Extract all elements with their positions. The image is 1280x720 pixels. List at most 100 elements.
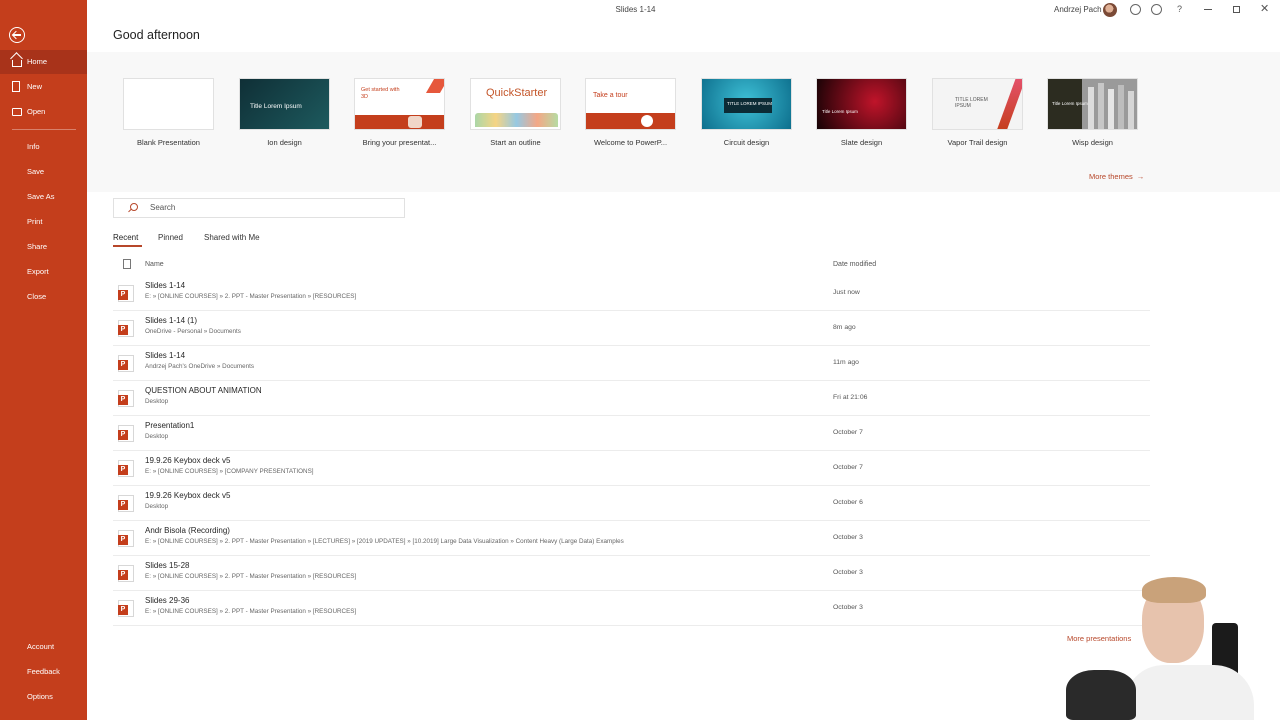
sidebar-item-feedback[interactable]: Feedback (0, 660, 87, 684)
tab-pinned[interactable]: Pinned (158, 233, 183, 242)
thumb-text: Take a tour (593, 92, 628, 99)
user-name[interactable]: Andrzej Pach (1054, 5, 1102, 14)
file-date: October 7 (833, 429, 863, 436)
file-path: E: » [ONLINE COURSES] » 2. PPT - Master … (145, 538, 624, 545)
thumb-text: Title Lorem Ipsum (1052, 101, 1088, 106)
sidebar-item-print[interactable]: Print (0, 210, 87, 234)
powerpoint-file-icon: P (118, 565, 134, 582)
powerpoint-file-icon: P (118, 355, 134, 372)
file-date: 8m ago (833, 324, 856, 331)
file-row[interactable]: P Slides 1-14 (1) OneDrive - Personal » … (113, 311, 1150, 346)
file-name: QUESTION ABOUT ANIMATION (145, 386, 262, 395)
column-header-name[interactable]: Name (145, 261, 164, 268)
sidebar-item-options[interactable]: Options (0, 685, 87, 709)
file-row[interactable]: P Andr Bisola (Recording) E: » [ONLINE C… (113, 521, 1150, 556)
template-label: Bring your presentat... (362, 138, 437, 147)
file-date: 11m ago (833, 359, 859, 366)
template-slate[interactable]: Title Lorem Ipsum Slate design (816, 78, 907, 147)
file-row[interactable]: P Slides 15-28 E: » [ONLINE COURSES] » 2… (113, 556, 1150, 591)
file-path: E: » [ONLINE COURSES] » 2. PPT - Master … (145, 293, 357, 300)
file-date: October 3 (833, 604, 863, 611)
file-name: Slides 15-28 (145, 561, 190, 570)
template-thumbnail: Title Lorem Ipsum (239, 78, 330, 130)
file-name: Slides 1-14 (1) (145, 316, 198, 325)
powerpoint-file-icon: P (118, 425, 134, 442)
arrow-right-icon: → (1136, 172, 1145, 181)
restore-icon[interactable] (1233, 6, 1240, 13)
frown-feedback-icon[interactable] (1151, 4, 1162, 15)
sidebar-item-open[interactable]: Open (0, 100, 87, 124)
powerpoint-file-icon: P (118, 285, 134, 302)
file-date: Just now (833, 289, 860, 296)
template-label: Welcome to PowerP... (593, 138, 668, 147)
window-title: Slides 1-14 (615, 5, 656, 14)
sidebar-item-label: Info (27, 142, 40, 151)
file-name: Andr Bisola (Recording) (145, 526, 230, 535)
sidebar-item-new[interactable]: New (0, 75, 87, 99)
minimize-icon[interactable] (1204, 9, 1212, 10)
file-row[interactable]: P Presentation1 Desktop October 7 (113, 416, 1150, 451)
template-thumbnail: TITLE LOREM IPSUM (701, 78, 792, 130)
template-ion[interactable]: Title Lorem Ipsum Ion design (239, 78, 330, 147)
sidebar-item-info[interactable]: Info (0, 135, 87, 159)
file-row[interactable]: P Slides 1-14 Andrzej Pach's OneDrive » … (113, 346, 1150, 381)
template-label: Blank Presentation (137, 138, 200, 147)
template-blank[interactable]: Blank Presentation (123, 78, 214, 147)
template-label: Circuit design (723, 138, 770, 147)
back-arrow-icon[interactable] (9, 27, 25, 43)
close-icon[interactable]: ✕ (1260, 2, 1269, 15)
folder-icon (12, 108, 22, 116)
template-label: Ion design (267, 138, 302, 147)
search-box[interactable] (113, 198, 405, 218)
sidebar-item-label: New (27, 82, 43, 91)
search-input[interactable] (150, 203, 390, 212)
template-quickstarter[interactable]: QuickStarter Start an outline (470, 78, 561, 147)
webcam-overlay (1062, 575, 1280, 720)
file-type-icon (123, 259, 131, 269)
file-row[interactable]: P 19.9.26 Keybox deck v5 Desktop October… (113, 486, 1150, 521)
tab-shared-with-me[interactable]: Shared with Me (204, 233, 260, 242)
file-date: Fri at 21:06 (833, 394, 868, 401)
sidebar-item-label: Save (27, 167, 45, 176)
sidebar-item-save[interactable]: Save (0, 160, 87, 184)
powerpoint-file-icon: P (118, 390, 134, 407)
title-bar: Slides 1-14 Andrzej Pach ? ✕ (87, 0, 1280, 20)
sidebar-item-save-as[interactable]: Save As (0, 185, 87, 209)
avatar[interactable] (1103, 3, 1117, 17)
thumb-text: TITLE LOREM IPSUM (955, 97, 988, 109)
file-row[interactable]: P Slides 1-14 E: » [ONLINE COURSES] » 2.… (113, 276, 1150, 311)
file-row[interactable]: P Slides 29-36 E: » [ONLINE COURSES] » 2… (113, 591, 1150, 626)
file-row[interactable]: P QUESTION ABOUT ANIMATION Desktop Fri a… (113, 381, 1150, 416)
file-date: October 3 (833, 534, 863, 541)
thumb-text: QuickStarter (486, 87, 548, 99)
help-icon[interactable]: ? (1174, 4, 1185, 15)
template-wisp[interactable]: Title Lorem Ipsum Wisp design (1047, 78, 1138, 147)
smiley-feedback-icon[interactable] (1130, 4, 1141, 15)
sidebar-item-label: Options (27, 692, 53, 701)
sidebar-item-close[interactable]: Close (0, 285, 87, 309)
sidebar-item-account[interactable]: Account (0, 635, 87, 659)
sidebar-item-label: Print (27, 217, 43, 226)
sidebar-item-share[interactable]: Share (0, 235, 87, 259)
tab-recent[interactable]: Recent (113, 233, 138, 242)
column-header-date[interactable]: Date modified (833, 261, 876, 268)
greeting-heading: Good afternoon (113, 28, 200, 42)
sidebar-item-label: Close (27, 292, 47, 301)
document-icon (12, 81, 20, 92)
more-themes-link[interactable]: More themes → (1089, 172, 1144, 181)
sidebar-item-home[interactable]: Home (0, 50, 87, 74)
sidebar-item-label: Home (27, 57, 48, 66)
file-row[interactable]: P 19.9.26 Keybox deck v5 E: » [ONLINE CO… (113, 451, 1150, 486)
template-thumbnail: Title Lorem Ipsum (816, 78, 907, 130)
template-vapor-trail[interactable]: TITLE LOREM IPSUM Vapor Trail design (932, 78, 1023, 147)
template-welcome[interactable]: Take a tour Welcome to PowerP... (585, 78, 676, 147)
template-thumbnail (123, 78, 214, 130)
more-themes-label: More themes (1089, 172, 1133, 181)
file-name: Presentation1 (145, 421, 195, 430)
sidebar-item-export[interactable]: Export (0, 260, 87, 284)
template-3d[interactable]: Get started with 3D Bring your presentat… (354, 78, 445, 147)
template-thumbnail: Get started with 3D (354, 78, 445, 130)
file-name: Slides 1-14 (145, 351, 186, 360)
template-circuit[interactable]: TITLE LOREM IPSUM Circuit design (701, 78, 792, 147)
powerpoint-file-icon: P (118, 320, 134, 337)
